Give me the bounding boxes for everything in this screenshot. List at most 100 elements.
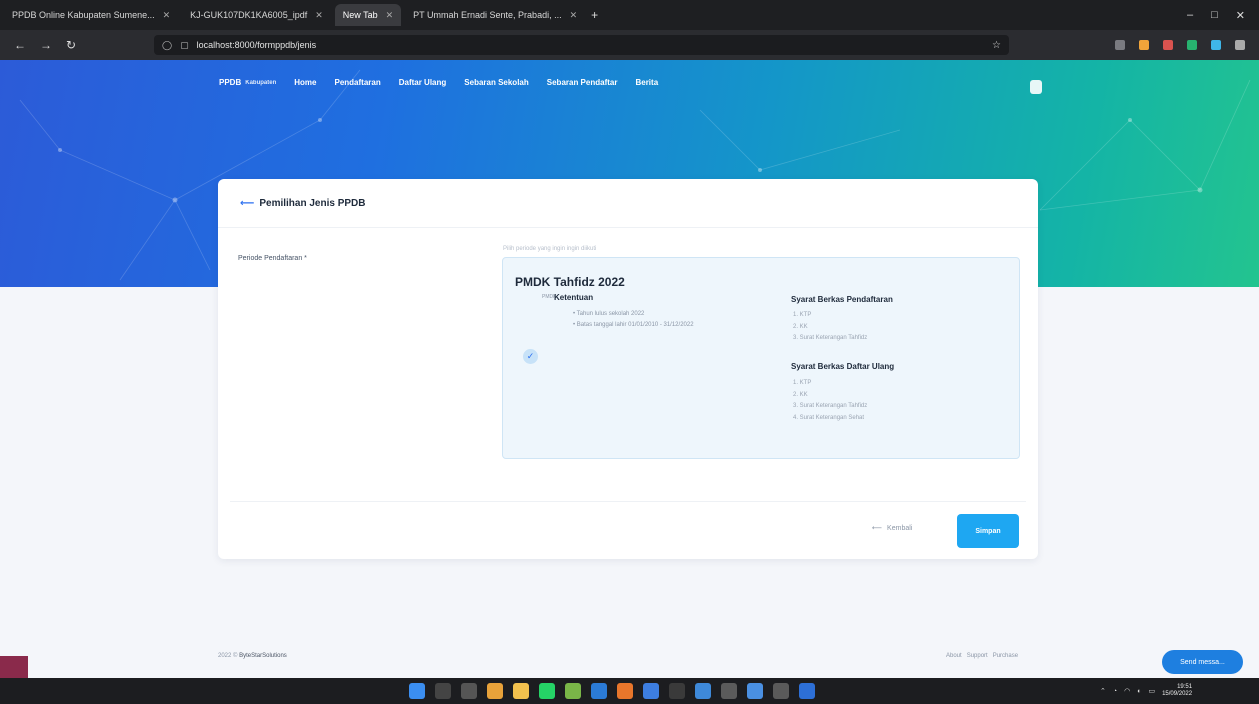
browser-tab-active[interactable]: New Tab ✕ — [334, 4, 402, 26]
period-option-card[interactable]: PMDK Tahfidz 2022 PMDK Ketentuan • Tahun… — [502, 257, 1020, 459]
list-item: 1. KTP — [793, 380, 812, 386]
whatsapp-icon[interactable] — [539, 683, 555, 699]
task-view-icon[interactable] — [461, 683, 477, 699]
nav-sebaran-pendaftar[interactable]: Sebaran Pendaftar — [547, 78, 618, 87]
browser-tab[interactable]: PPDB Online Kabupaten Sumene... ✕ — [4, 4, 178, 26]
back-button[interactable]: ⟵ Kembali — [872, 524, 912, 533]
nav-home[interactable]: Home — [294, 78, 316, 87]
site-nav: PPDB Kabupaten Home Pendaftaran Daftar U… — [219, 78, 658, 87]
check-icon[interactable]: ✓ — [523, 349, 538, 364]
shield-icon: ◯ — [162, 39, 173, 50]
field-hint: Pilih periode yang ingin ingin diikuti — [503, 246, 597, 252]
maximize-icon[interactable]: □ — [1211, 9, 1218, 22]
extension-icon[interactable] — [1187, 40, 1197, 50]
extension-icon[interactable] — [1211, 40, 1221, 50]
forward-arrow-icon[interactable]: → — [40, 38, 52, 52]
extension-icon[interactable] — [1139, 40, 1149, 50]
taskbar-apps — [409, 683, 815, 699]
list-item: 4. Surat Keterangan Sehat — [793, 414, 865, 421]
browser-tab[interactable]: PT Ummah Ernadi Sente, Prabadi, ... ✕ — [405, 4, 585, 26]
star-icon[interactable]: ☆ — [992, 40, 1001, 51]
send-message-button[interactable]: Send messa... — [1162, 650, 1243, 674]
nav-berita[interactable]: Berita — [635, 78, 658, 87]
app-icon[interactable] — [695, 683, 711, 699]
arrow-left-icon: ⟵ — [240, 198, 255, 209]
extension-icon[interactable] — [1163, 40, 1173, 50]
extension-icon[interactable] — [1115, 40, 1125, 50]
user-avatar-icon[interactable] — [1030, 80, 1042, 94]
list-item: 3. Surat Keterangan Tahfidz — [793, 403, 868, 409]
footer-links: About Support Purchase — [946, 653, 1018, 659]
list-item: • Batas tanggal lahir 01/01/2010 - 31/12… — [573, 322, 694, 328]
card-title: ⟵ Pemilihan Jenis PPDB — [240, 198, 366, 209]
window-controls: – □ ✕ — [1187, 9, 1259, 22]
minimize-icon[interactable]: – — [1187, 9, 1193, 22]
tab-label: KJ-GUK107DK1KA6005_ipdf — [190, 10, 308, 20]
battery-icon[interactable]: ▭ — [1148, 687, 1155, 695]
save-button[interactable]: Simpan — [957, 514, 1019, 548]
field-label: Periode Pendaftaran * — [238, 255, 307, 262]
browser-tab-bar: PPDB Online Kabupaten Sumene... ✕ KJ-GUK1… — [0, 0, 1259, 30]
app-icon[interactable] — [565, 683, 581, 699]
close-icon[interactable]: ✕ — [386, 10, 394, 21]
divider — [230, 501, 1026, 502]
side-widget-icon[interactable] — [0, 656, 28, 678]
nav-buttons: ← → ↻ — [0, 38, 150, 52]
start-icon[interactable] — [409, 683, 425, 699]
tab-label: PPDB Online Kabupaten Sumene... — [12, 10, 155, 20]
tab-label: New Tab — [342, 10, 378, 20]
logo-title: PPDB — [219, 78, 242, 87]
app-icon[interactable] — [643, 683, 659, 699]
arrow-left-icon: ⟵ — [872, 525, 883, 532]
app-icon[interactable] — [747, 683, 763, 699]
close-icon[interactable]: ✕ — [570, 10, 578, 21]
close-window-icon[interactable]: ✕ — [1236, 9, 1245, 22]
syarat-daftar-ulang-list: 1. KTP 2. KK 3. Surat Keterangan Tahfidz… — [793, 378, 867, 424]
divider — [218, 227, 1038, 228]
tab-label: PT Ummah Ernadi Sente, Prabadi, ... — [413, 10, 562, 20]
syarat-pendaftaran-list: 1. KTP 2. KK 3. Surat Keterangan Tahfidz — [793, 310, 867, 345]
url-text[interactable]: localhost:8000/formppdb/jenis — [197, 40, 317, 50]
app-icon[interactable] — [773, 683, 789, 699]
app-icon[interactable] — [721, 683, 737, 699]
ketentuan-title: Ketentuan — [554, 293, 594, 302]
nav-daftar-ulang[interactable]: Daftar Ulang — [399, 78, 447, 87]
list-item: 2. KK — [793, 391, 808, 398]
url-bar[interactable]: ◯ ▢ localhost:8000/formppdb/jenis ☆ — [154, 35, 1009, 55]
list-item: 2. KK — [793, 323, 808, 330]
menu-icon[interactable] — [1235, 40, 1245, 50]
clock[interactable]: 19:51 15/09/2022 — [1162, 684, 1192, 698]
close-icon[interactable]: ✕ — [163, 10, 171, 21]
firefox-icon[interactable] — [799, 683, 815, 699]
search-icon[interactable] — [435, 683, 451, 699]
back-arrow-icon[interactable]: ← — [14, 38, 26, 52]
footer-link-purchase[interactable]: Purchase — [993, 653, 1018, 659]
lock-icon: ▢ — [180, 39, 189, 50]
app-icon[interactable] — [617, 683, 633, 699]
browser-navbar: ← → ↻ ◯ ▢ localhost:8000/formppdb/jenis … — [0, 30, 1259, 60]
browser-tab[interactable]: KJ-GUK107DK1KA6005_ipdf ✕ — [182, 4, 331, 26]
new-tab-icon[interactable]: + — [591, 8, 598, 22]
vscode-icon[interactable] — [591, 683, 607, 699]
close-icon[interactable]: ✕ — [315, 10, 323, 21]
page-title: Pemilihan Jenis PPDB — [259, 198, 366, 209]
extensions — [1115, 40, 1259, 50]
footer-link-support[interactable]: Support — [967, 653, 988, 659]
app-icon[interactable] — [669, 683, 685, 699]
folder-icon[interactable] — [513, 683, 529, 699]
chevron-up-icon[interactable]: ⌃ — [1100, 687, 1106, 695]
wifi-icon[interactable]: ◠ — [1124, 687, 1130, 695]
footer-link-about[interactable]: About — [946, 653, 962, 659]
volume-icon[interactable]: ◐ — [1137, 688, 1141, 695]
system-tray: ⌃ ◔ ◠ ◐ ▭ 19:51 15/09/2022 — [1100, 684, 1192, 698]
nav-pendaftaran[interactable]: Pendaftaran — [334, 78, 380, 87]
footer-brand-link[interactable]: ByteStarSolutions — [239, 653, 287, 659]
nav-sebaran-sekolah[interactable]: Sebaran Sekolah — [464, 78, 528, 87]
time: 19:51 — [1177, 684, 1193, 690]
reload-icon[interactable]: ↻ — [66, 38, 76, 52]
os-taskbar: ⌃ ◔ ◠ ◐ ▭ 19:51 15/09/2022 — [0, 678, 1259, 704]
chrome-icon[interactable] — [487, 683, 503, 699]
list-item: • Tahun lulus sekolah 2022 — [573, 311, 645, 317]
site-logo[interactable]: PPDB Kabupaten — [219, 78, 276, 87]
network-icon[interactable]: ◔ — [1113, 688, 1117, 695]
